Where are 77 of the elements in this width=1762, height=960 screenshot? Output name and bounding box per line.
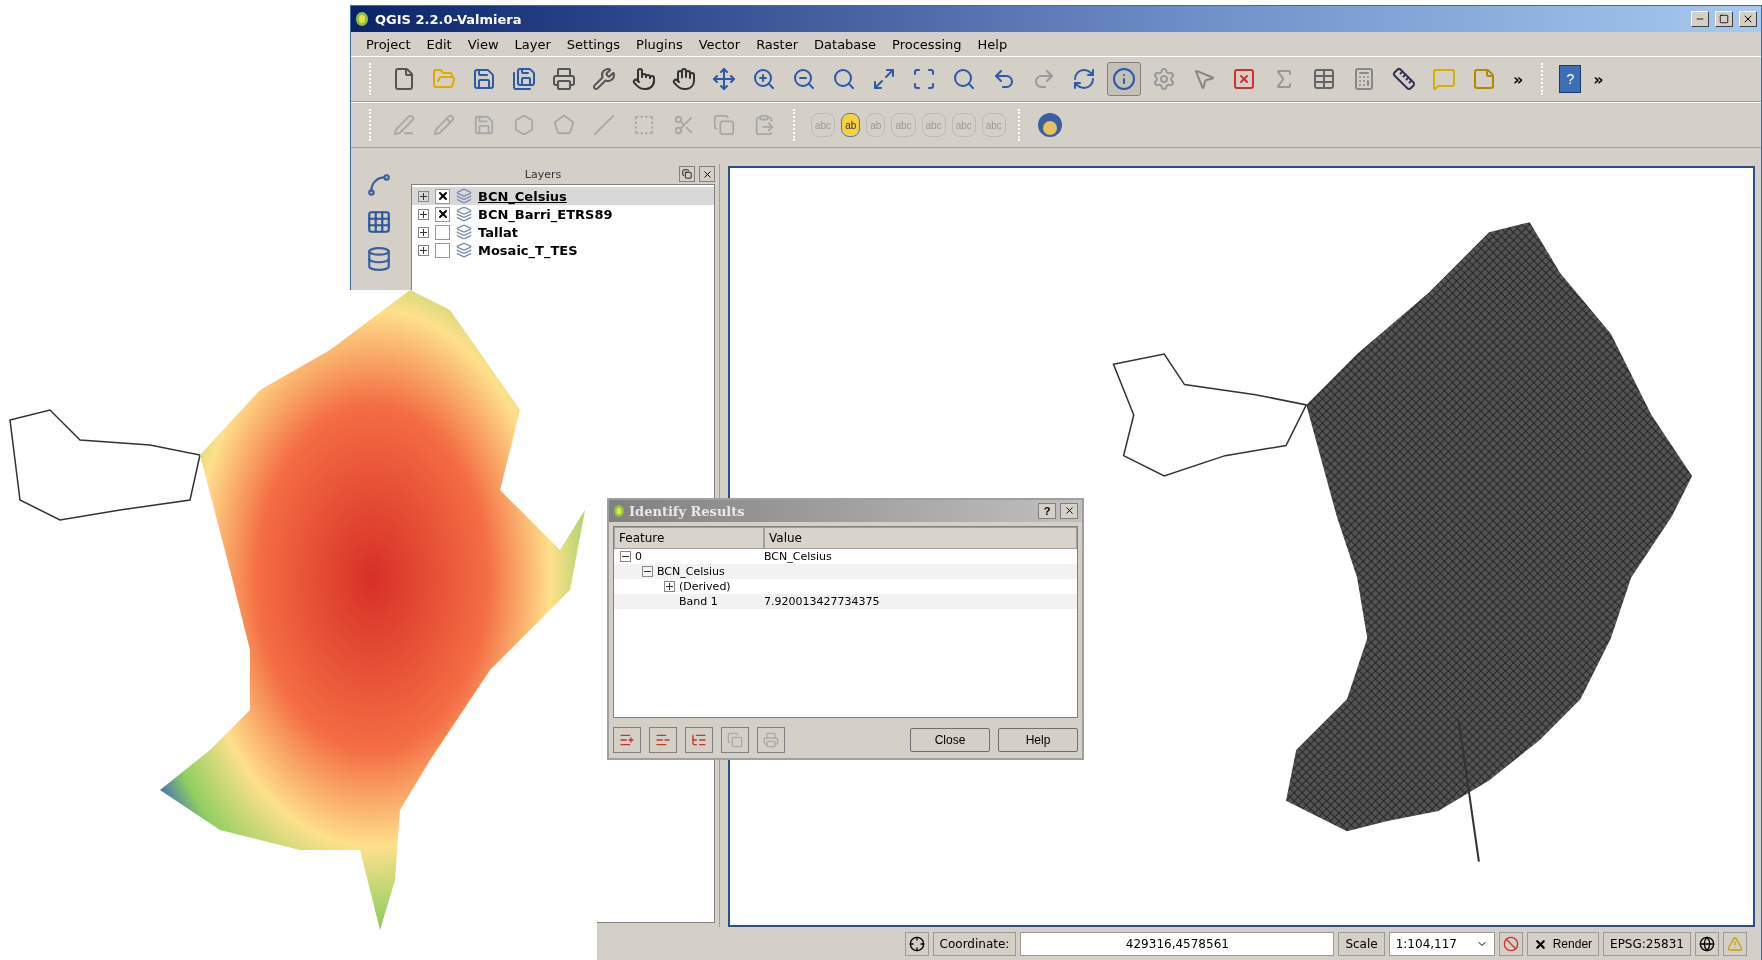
dialog-button[interactable]: Close (910, 728, 990, 752)
layer-checkbox[interactable] (435, 206, 450, 222)
layer-row[interactable]: Mosaic_T_TES (412, 241, 714, 259)
layer-type-icon (456, 242, 472, 258)
close-button[interactable] (1060, 503, 1078, 519)
qgis-logo-icon (355, 11, 369, 27)
check-mark-icon (436, 208, 449, 220)
feature-text[interactable]: (Derived) (679, 580, 731, 593)
layer-checkbox[interactable] (435, 242, 450, 258)
menu-item[interactable]: Project (359, 36, 418, 52)
layer-row[interactable]: BCN_Celsius (412, 187, 714, 205)
coordinate-label: Coordinate: (932, 932, 1017, 956)
minimize-button[interactable] (1691, 11, 1709, 27)
layer-name: Mosaic_T_TES (478, 242, 578, 258)
menu-item[interactable]: Layer (507, 36, 558, 52)
collapse-icon[interactable] (620, 551, 631, 562)
column-header[interactable]: Feature (614, 527, 764, 549)
float-panel-button[interactable] (679, 166, 695, 182)
expand-icon[interactable] (418, 190, 429, 202)
dialog-button[interactable]: Help (998, 728, 1078, 752)
menu-item[interactable]: Processing (885, 36, 969, 52)
scale-label: Scale (1338, 932, 1385, 956)
plugin-logo-icon[interactable] (1035, 111, 1064, 139)
feature-text[interactable]: 0 (635, 550, 642, 563)
coordinate-field[interactable]: 429316,4578561 (1020, 932, 1335, 956)
close-panel-button[interactable] (699, 166, 715, 182)
layer-type-icon (456, 224, 472, 240)
menu-item[interactable]: Raster (749, 36, 806, 52)
qgis-logo-icon (613, 504, 625, 518)
crs-label[interactable]: EPSG:25831 (1603, 932, 1691, 956)
layer-row[interactable]: BCN_Barri_ETRS89 (412, 205, 714, 223)
menu-item[interactable]: Settings (559, 36, 628, 52)
layer-row[interactable]: Tallat (412, 223, 714, 241)
maximize-button[interactable] (1715, 11, 1733, 27)
stop-render-icon[interactable] (1498, 932, 1523, 956)
overflow-chevrons[interactable]: » (1507, 69, 1530, 89)
help-button[interactable]: ? (1038, 503, 1056, 519)
layer-name: Tallat (478, 224, 518, 240)
menu-item[interactable]: Edit (419, 36, 459, 52)
close-icon (701, 168, 713, 180)
menu-item[interactable]: Vector (691, 36, 748, 52)
expand-icon[interactable] (418, 244, 429, 256)
value-text: BCN_Celsius (764, 550, 833, 563)
layer-type-icon (456, 188, 472, 204)
expand-icon[interactable] (664, 581, 675, 592)
menu-item[interactable]: Database (807, 36, 884, 52)
expand-icon[interactable] (418, 226, 429, 238)
layer-type-icon (456, 206, 472, 222)
window-title: QGIS 2.2.0-Valmiera (375, 11, 523, 27)
globe-icon[interactable] (1695, 932, 1719, 956)
check-mark-icon (1533, 937, 1547, 951)
help-button[interactable]: ? (1559, 65, 1582, 93)
check-mark-icon (436, 190, 449, 202)
expand-icon[interactable] (418, 208, 429, 220)
feature-text[interactable]: BCN_Celsius (657, 565, 725, 578)
panel-title: Layers (523, 167, 563, 181)
render-checkbox[interactable]: Render (1526, 932, 1600, 956)
collapse-icon[interactable] (642, 566, 653, 577)
label-tool[interactable]: ab (841, 113, 861, 137)
dialog-title: Identify Results (629, 503, 746, 519)
maximize-icon (1719, 14, 1729, 24)
value-text: 7.920013427734375 (764, 595, 881, 608)
overflow-chevrons[interactable]: » (1587, 69, 1610, 89)
float-icon (682, 169, 692, 179)
menu-item[interactable]: Plugins (629, 36, 690, 52)
feature-text[interactable]: Band 1 (679, 595, 718, 608)
close-icon (1742, 13, 1754, 25)
layer-name: BCN_Barri_ETRS89 (478, 206, 613, 222)
layer-name: BCN_Celsius (478, 188, 567, 204)
close-icon (1063, 504, 1075, 516)
scale-dropdown[interactable]: 1:104,117 (1388, 932, 1495, 956)
layer-checkbox[interactable] (435, 188, 450, 204)
menu-item[interactable]: View (460, 36, 506, 52)
column-header[interactable]: Value (764, 527, 1077, 549)
identify-icon[interactable] (1107, 62, 1141, 96)
menu-item[interactable]: Help (970, 36, 1015, 52)
layer-checkbox[interactable] (435, 224, 450, 240)
